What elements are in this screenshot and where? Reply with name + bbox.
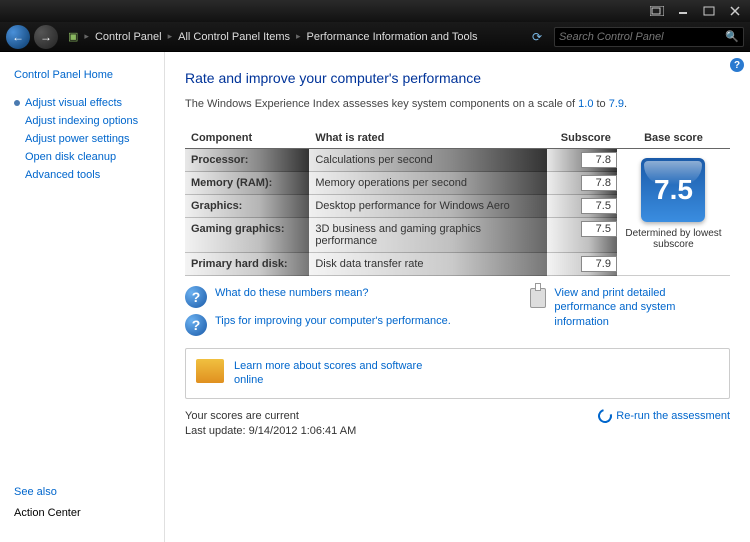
search-box[interactable]: 🔍: [554, 27, 744, 47]
chart-icon: [196, 359, 224, 383]
sidebar-item-indexing[interactable]: Adjust indexing options: [14, 112, 164, 130]
search-icon[interactable]: 🔍: [725, 30, 739, 43]
subscore-value: 7.5: [581, 198, 617, 214]
bullet-icon: [14, 100, 20, 106]
arrow-left-icon: ←: [12, 30, 24, 44]
chevron-right-icon: ▸: [84, 31, 89, 42]
sidebar-item-advanced[interactable]: Advanced tools: [14, 166, 164, 184]
tablet-icon[interactable]: [648, 4, 666, 18]
subscore-value: 7.5: [581, 221, 617, 237]
col-component: Component: [185, 128, 309, 149]
minimize-button[interactable]: [674, 4, 692, 18]
sidebar: Control Panel Home Adjust visual effects…: [0, 52, 165, 542]
base-score-cell: 7.5 Determined by lowest subscore: [617, 149, 730, 276]
breadcrumb-item[interactable]: Performance Information and Tools: [307, 31, 478, 43]
table-row: Processor:Calculations per second7.87.5D…: [185, 149, 730, 172]
link-numbers-mean[interactable]: What do these numbers mean?: [215, 286, 368, 300]
action-center-link[interactable]: Action Center: [14, 504, 164, 522]
breadcrumb-item[interactable]: Control Panel: [95, 31, 162, 43]
breadcrumb[interactable]: ▣ ▸ Control Panel ▸ All Control Panel It…: [68, 30, 478, 43]
link-tips[interactable]: Tips for improving your computer's perfo…: [215, 314, 451, 328]
subscore-value: 7.9: [581, 256, 617, 272]
close-button[interactable]: [726, 4, 744, 18]
subscore-cell: 7.9: [547, 253, 617, 276]
subscore-cell: 7.8: [547, 149, 617, 172]
arrow-right-icon: →: [40, 30, 52, 44]
component-rated: 3D business and gaming graphics performa…: [309, 218, 546, 253]
component-name: Graphics:: [185, 195, 309, 218]
help-icon[interactable]: ?: [730, 58, 744, 72]
score-table: Component What is rated Subscore Base sc…: [185, 128, 730, 276]
refresh-icon[interactable]: ⟳: [532, 30, 542, 44]
col-base: Base score: [617, 128, 730, 149]
component-rated: Calculations per second: [309, 149, 546, 172]
component-name: Processor:: [185, 149, 309, 172]
question-icon: ?: [185, 314, 207, 336]
refresh-icon: [596, 406, 615, 425]
status-text: Your scores are current Last update: 9/1…: [185, 409, 356, 440]
search-input[interactable]: [559, 31, 725, 43]
base-score-badge: 7.5: [641, 158, 705, 222]
chevron-right-icon: ▸: [296, 31, 301, 42]
sidebar-item-visual-effects[interactable]: Adjust visual effects: [25, 94, 122, 112]
sidebar-item-power[interactable]: Adjust power settings: [14, 130, 164, 148]
back-button[interactable]: ←: [6, 25, 30, 49]
learn-more-box: Learn more about scores and software onl…: [185, 348, 730, 399]
printer-icon: [530, 288, 546, 308]
subscore-value: 7.8: [581, 175, 617, 191]
chevron-right-icon: ▸: [168, 31, 173, 42]
col-subscore: Subscore: [547, 128, 617, 149]
maximize-button[interactable]: [700, 4, 718, 18]
component-rated: Disk data transfer rate: [309, 253, 546, 276]
forward-button[interactable]: →: [34, 25, 58, 49]
window-titlebar: [0, 0, 750, 22]
folder-icon: ▣: [68, 30, 78, 43]
component-rated: Memory operations per second: [309, 172, 546, 195]
question-icon: ?: [185, 286, 207, 308]
subscore-cell: 7.5: [547, 195, 617, 218]
component-name: Primary hard disk:: [185, 253, 309, 276]
subscore-cell: 7.8: [547, 172, 617, 195]
link-learn-more[interactable]: Learn more about scores and software onl…: [234, 359, 434, 388]
component-name: Memory (RAM):: [185, 172, 309, 195]
subscore-value: 7.8: [581, 152, 617, 168]
col-rated: What is rated: [309, 128, 546, 149]
main-content: ? Rate and improve your computer's perfo…: [165, 52, 750, 542]
see-also-label: See also: [14, 486, 164, 498]
navigation-bar: ← → ▣ ▸ Control Panel ▸ All Control Pane…: [0, 22, 750, 52]
control-panel-home-link[interactable]: Control Panel Home: [14, 66, 164, 84]
base-score-label: Determined by lowest subscore: [623, 228, 724, 250]
breadcrumb-item[interactable]: All Control Panel Items: [178, 31, 290, 43]
rerun-assessment-link[interactable]: Re-run the assessment: [598, 409, 730, 423]
component-rated: Desktop performance for Windows Aero: [309, 195, 546, 218]
subscore-cell: 7.5: [547, 218, 617, 253]
page-title: Rate and improve your computer's perform…: [185, 70, 730, 86]
page-description: The Windows Experience Index assesses ke…: [185, 98, 730, 110]
component-name: Gaming graphics:: [185, 218, 309, 253]
link-print-info[interactable]: View and print detailed performance and …: [554, 286, 730, 329]
sidebar-item-cleanup[interactable]: Open disk cleanup: [14, 148, 164, 166]
